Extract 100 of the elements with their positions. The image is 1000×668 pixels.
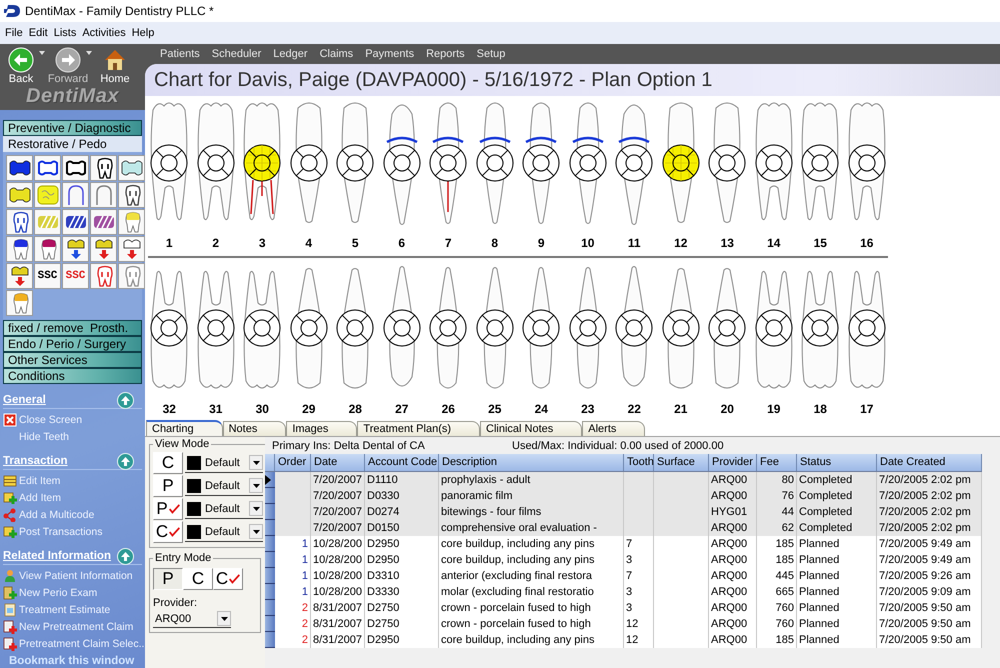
nav-link[interactable]: Reports: [421, 48, 470, 60]
tab[interactable]: Treatment Plan(s): [357, 421, 480, 436]
row-selector[interactable]: [265, 568, 275, 584]
nav-button[interactable]: Home: [98, 47, 132, 85]
table-cell: Planned: [797, 552, 877, 568]
mode-button[interactable]: P: [153, 568, 183, 590]
chart-add-icon: [3, 586, 17, 600]
table-row[interactable]: 7/20/2007 D1110 prophylaxis - adult ARQ00 80 Completed 7/20/2005 2:02 pm: [265, 472, 982, 488]
tooth-number: 30: [256, 401, 269, 417]
category-tab[interactable]: Preventive / Diagnostic: [3, 120, 142, 136]
color-dropdown[interactable]: Default: [185, 499, 263, 519]
nav-link[interactable]: Patients: [155, 48, 205, 60]
row-selector[interactable]: [265, 552, 275, 568]
mode-button[interactable]: C: [153, 521, 183, 543]
row-selector[interactable]: [265, 536, 275, 552]
tab[interactable]: Charting: [146, 420, 223, 436]
row-selector[interactable]: [265, 600, 275, 616]
column-header[interactable]: Provider: [709, 454, 757, 471]
mode-button[interactable]: C: [153, 452, 183, 474]
menu-item[interactable]: Help: [128, 27, 158, 39]
table-row[interactable]: 7/20/2007 D0150 comprehensive oral evaluation - ARQ00 62 Completed 7/20/2005 2:02 pm: [265, 520, 982, 536]
column-header[interactable]: Description: [439, 454, 624, 471]
column-header[interactable]: Date Created: [877, 454, 982, 471]
procedure-button[interactable]: [62, 209, 89, 235]
nav-link[interactable]: Claims: [314, 48, 358, 60]
row-selector[interactable]: [265, 584, 275, 600]
category-tab[interactable]: Other Services: [3, 352, 142, 368]
collapse-button[interactable]: [117, 392, 134, 408]
provider-dropdown[interactable]: ARQ00: [153, 610, 231, 628]
table-cell: D3310: [365, 568, 439, 584]
procedure-button[interactable]: SSC: [34, 263, 61, 289]
tooth-number: 24: [534, 401, 548, 417]
mode-button[interactable]: C: [183, 568, 213, 590]
table-row[interactable]: 1 10/28/200 D2950 core buildup, including any pins 3 ARQ00 185 Planned 7/20/2005 9:49 am: [265, 552, 982, 568]
table-cell: ARQ00: [709, 600, 757, 616]
table-cell: comprehensive oral evaluation -: [439, 520, 624, 536]
tab[interactable]: Alerts: [582, 421, 646, 436]
row-selector[interactable]: [265, 472, 275, 488]
tooth-number: 19: [767, 401, 780, 417]
collapse-button[interactable]: [117, 548, 134, 564]
table-row[interactable]: 2 8/31/2007 D2950 core buildup, including any pins 12 ARQ00 185 Planned 7/20/2005 9:50 am: [265, 632, 982, 648]
category-tab[interactable]: Restorative / Pedo: [3, 136, 142, 152]
column-header[interactable]: Fee: [757, 454, 797, 471]
pointer-icon: [265, 474, 271, 484]
category-tab[interactable]: Conditions: [3, 368, 142, 384]
menu-item[interactable]: Edit: [26, 27, 51, 39]
table-row[interactable]: 1 10/28/200 D3310 anterior (excluding final restora 7 ARQ00 445 Planned 7/20/2005 9:26 am: [265, 568, 982, 584]
tooth-number: 28: [348, 401, 362, 417]
category-tab[interactable]: fixed / remove Prosth.: [3, 320, 142, 336]
mode-button[interactable]: C: [213, 568, 243, 590]
table-cell: D2750: [365, 616, 439, 632]
nav-link[interactable]: Payments: [360, 48, 420, 60]
menu-item[interactable]: Activities: [79, 27, 129, 39]
group-title: Entry Mode: [154, 552, 212, 564]
table-row[interactable]: 7/20/2007 D0330 panoramic film ARQ00 76 Completed 7/20/2005 2:02 pm: [265, 488, 982, 504]
column-header[interactable]: Date: [311, 454, 365, 471]
table-cell: Planned: [797, 536, 877, 552]
tooth-number: 9: [538, 235, 545, 251]
nav-link[interactable]: Scheduler: [206, 48, 266, 60]
tab[interactable]: Notes: [222, 421, 286, 436]
row-selector[interactable]: [265, 632, 275, 648]
table-cell: crown - porcelain fused to high: [439, 600, 624, 616]
tooth-number: 17: [860, 401, 874, 417]
document-add-icon: [3, 636, 17, 650]
menu-item[interactable]: File: [2, 27, 26, 39]
menu-item[interactable]: Lists: [50, 27, 80, 39]
tooth-number: 18: [814, 401, 827, 417]
table-cell: Planned: [797, 616, 877, 632]
row-selector[interactable]: [265, 616, 275, 632]
color-dropdown[interactable]: Default: [185, 522, 263, 542]
mode-button[interactable]: P: [153, 498, 183, 520]
table-row[interactable]: 7/20/2007 D0274 bitewings - four films HYG01 44 Completed 7/20/2005 2:02 pm: [265, 504, 982, 520]
tab[interactable]: Clinical Notes: [480, 421, 582, 436]
collapse-button[interactable]: [117, 452, 134, 470]
nav-link[interactable]: Ledger: [268, 48, 313, 60]
color-dropdown[interactable]: Default: [185, 476, 263, 496]
row-selector[interactable]: [265, 520, 275, 536]
table-row[interactable]: 2 8/31/2007 D2750 crown - porcelain fused to high 3 ARQ00 760 Planned 7/20/2005 9:50 am: [265, 600, 982, 616]
category-tab[interactable]: Endo / Perio / Surgery: [3, 336, 142, 352]
column-header[interactable]: Surface: [654, 454, 709, 471]
column-header[interactable]: Status: [797, 454, 877, 471]
table-cell: D2950: [365, 632, 439, 648]
nav-link[interactable]: Setup: [472, 48, 510, 60]
table-cell: 7/20/2005 9:50 am: [877, 616, 982, 632]
column-header[interactable]: Account Code: [365, 454, 439, 471]
mode-button[interactable]: P: [153, 475, 183, 497]
up-arrow-icon: [121, 396, 130, 404]
table-row[interactable]: 2 8/31/2007 D2750 crown - porcelain fused to high 12 ARQ00 760 Planned 7/20/2005 9:50 am: [265, 616, 982, 632]
table-row[interactable]: 1 10/28/200 D3330 molar (excluding final restoratio 3 ARQ00 665 Planned 7/20/2005 9:09 am: [265, 584, 982, 600]
column-header[interactable]: Order: [275, 454, 311, 471]
column-header[interactable]: Tooth: [624, 454, 654, 471]
dropdown-caret-icon: [39, 51, 45, 55]
row-selector[interactable]: [265, 504, 275, 520]
nav-button[interactable]: Back: [4, 47, 38, 85]
procedure-button[interactable]: SSC: [62, 263, 89, 289]
table-row[interactable]: 1 10/28/200 D2950 core buildup, including any pins 7 ARQ00 185 Planned 7/20/2005 9:49 am: [265, 536, 982, 552]
tab[interactable]: Images: [286, 421, 358, 436]
row-selector[interactable]: [265, 488, 275, 504]
check-icon: [229, 574, 240, 584]
color-dropdown[interactable]: Default: [185, 453, 263, 473]
